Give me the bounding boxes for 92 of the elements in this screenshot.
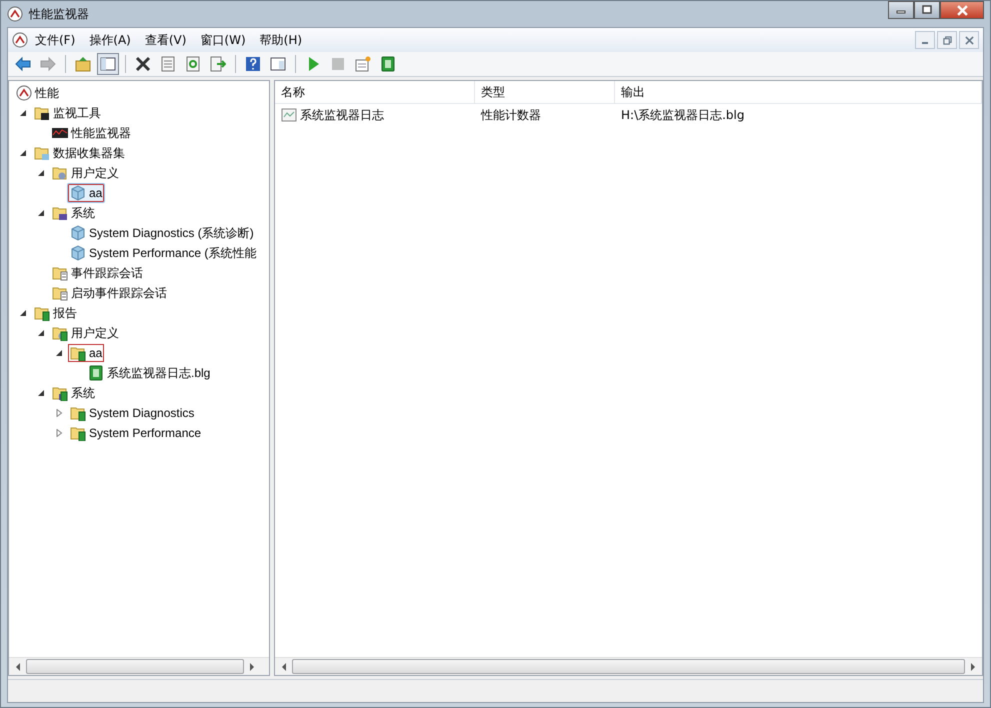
- horizontal-scrollbar[interactable]: [9, 657, 269, 675]
- menu-item[interactable]: 帮助(H): [252, 30, 310, 50]
- close-icon: [964, 36, 974, 44]
- tree-node[interactable]: 性能监视器: [49, 122, 134, 144]
- table-cell: 系统监视器日志: [300, 106, 384, 124]
- cube-icon: [70, 185, 86, 201]
- delete-icon: [135, 56, 151, 72]
- folder-icon: [34, 145, 50, 161]
- table-cell: 性能计数器: [481, 106, 541, 124]
- cube-icon: [70, 245, 86, 261]
- tree-node[interactable]: 系统监视器日志.blg: [85, 362, 214, 384]
- menu-item[interactable]: 窗口(W): [193, 30, 253, 50]
- folder-icon: [52, 285, 68, 301]
- tree-node[interactable]: 用户定义: [49, 162, 122, 184]
- tree-node[interactable]: System Diagnostics (系统诊断): [67, 222, 257, 244]
- table-cell: H:\系统监视器日志.blg: [621, 106, 744, 124]
- close-icon: [956, 4, 968, 16]
- new-icon: [355, 56, 371, 72]
- collapse-arrow-icon[interactable]: [55, 349, 63, 357]
- collapse-arrow-icon[interactable]: [37, 329, 45, 337]
- gauge-icon: [12, 32, 28, 48]
- maximize-icon: [922, 5, 932, 15]
- folder-icon: [52, 385, 68, 401]
- menu-item[interactable]: 操作(A): [82, 30, 138, 50]
- document-icon: [88, 365, 104, 381]
- minimize-icon: [922, 42, 928, 44]
- folder-icon: [34, 305, 50, 321]
- horizontal-scrollbar[interactable]: [275, 657, 982, 675]
- tree-node[interactable]: System Performance: [67, 423, 204, 443]
- folder-icon: [70, 425, 86, 441]
- expand-arrow-icon[interactable]: [55, 429, 63, 437]
- column-header[interactable]: 输出: [615, 81, 982, 103]
- tree-node[interactable]: System Performance (系统性能: [67, 242, 260, 264]
- tree-node[interactable]: 用户定义: [49, 322, 122, 344]
- cube-icon: [70, 225, 86, 241]
- forward-icon: [40, 56, 56, 72]
- minimize-button[interactable]: [888, 1, 914, 19]
- tree-node[interactable]: aa: [67, 343, 106, 363]
- stop-icon: [330, 56, 346, 72]
- folder-icon: [52, 205, 68, 221]
- folder-icon: [52, 165, 68, 181]
- chart-document-icon: [281, 107, 297, 123]
- tree-node[interactable]: 系统: [49, 202, 98, 224]
- column-header[interactable]: 名称: [275, 81, 475, 103]
- column-header[interactable]: 类型: [475, 81, 615, 103]
- tree-node[interactable]: 事件跟踪会话: [49, 262, 146, 284]
- tree-node[interactable]: 监视工具: [31, 102, 104, 124]
- collapse-arrow-icon[interactable]: [37, 389, 45, 397]
- collapse-arrow-icon[interactable]: [19, 149, 27, 157]
- scroll-right-icon[interactable]: [970, 662, 976, 670]
- folder-icon: [52, 325, 68, 341]
- report-icon: [380, 56, 396, 72]
- tree-icon: [100, 56, 116, 72]
- close-button[interactable]: [940, 1, 984, 19]
- help-icon: [245, 56, 261, 72]
- gauge-icon: [16, 85, 32, 101]
- maximize-button[interactable]: [914, 1, 940, 19]
- expand-arrow-icon[interactable]: [55, 409, 63, 417]
- folder-icon: [70, 405, 86, 421]
- restore-icon: [942, 36, 952, 44]
- export-icon: [210, 56, 226, 72]
- scroll-right-icon[interactable]: [248, 662, 255, 670]
- chart-monitor-icon: [52, 125, 68, 141]
- menu-item[interactable]: 查看(V): [138, 30, 194, 50]
- tree-node[interactable]: aa: [67, 183, 106, 203]
- collapse-arrow-icon[interactable]: [19, 109, 27, 117]
- tree-node[interactable]: System Diagnostics: [67, 403, 198, 423]
- tree-node[interactable]: 启动事件跟踪会话: [49, 282, 170, 304]
- scroll-left-icon[interactable]: [15, 662, 21, 670]
- tree-node[interactable]: 数据收集器集: [31, 142, 128, 164]
- menu-item[interactable]: 文件(F): [28, 30, 82, 50]
- collapse-arrow-icon[interactable]: [37, 209, 45, 217]
- scroll-left-icon[interactable]: [281, 662, 287, 670]
- collapse-arrow-icon[interactable]: [19, 309, 27, 317]
- tree-node[interactable]: 报告: [31, 302, 80, 324]
- refresh-icon: [185, 56, 201, 72]
- tree-node[interactable]: 系统: [49, 382, 98, 404]
- folder-icon: [34, 105, 50, 121]
- tree-tool-button[interactable]: [97, 53, 119, 75]
- window-title: 性能监视器: [29, 6, 89, 22]
- close-button[interactable]: [959, 31, 979, 49]
- pane-icon: [270, 56, 286, 72]
- up-icon: [75, 56, 91, 72]
- gauge-icon: [7, 6, 23, 22]
- folder-icon: [70, 345, 86, 361]
- folder-icon: [52, 265, 68, 281]
- back-icon: [15, 56, 31, 72]
- props-icon: [160, 56, 176, 72]
- collapse-arrow-icon[interactable]: [37, 169, 45, 177]
- restore-button[interactable]: [937, 31, 957, 49]
- tree-node[interactable]: 性能: [13, 82, 62, 104]
- minimize-button[interactable]: [915, 31, 935, 49]
